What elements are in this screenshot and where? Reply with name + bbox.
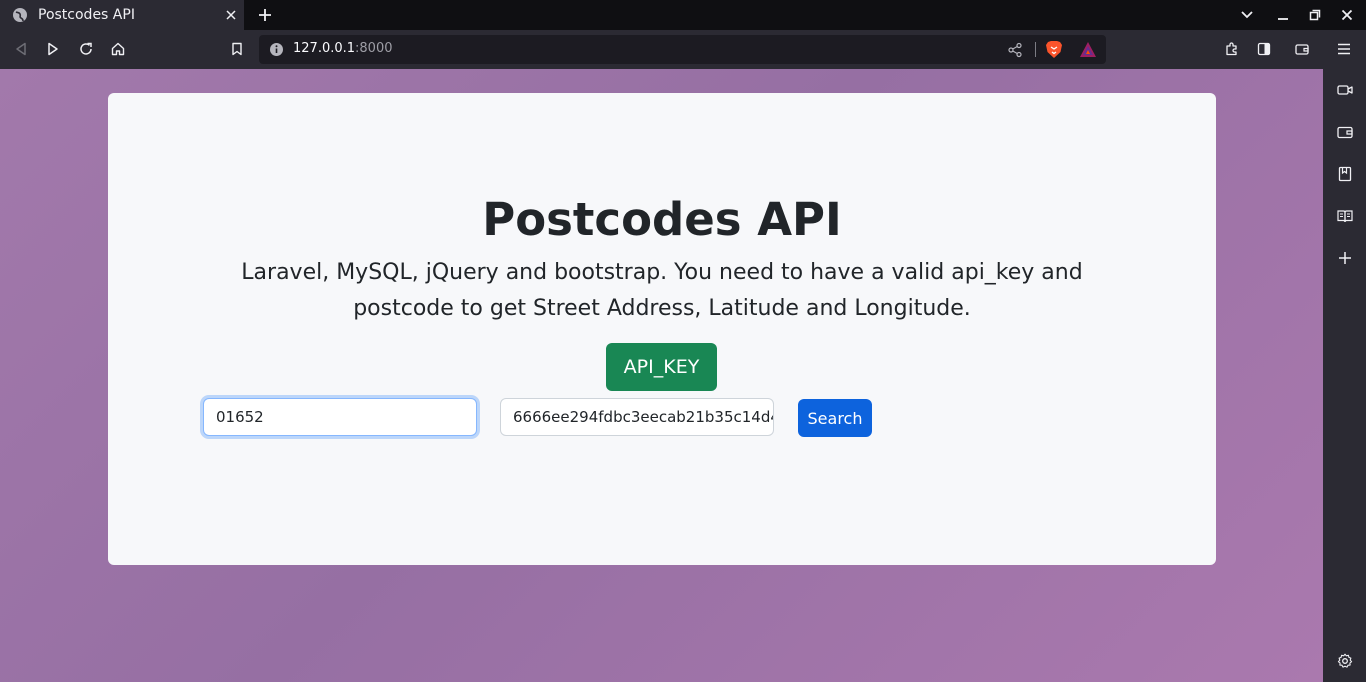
search-button[interactable]: Search: [798, 399, 872, 437]
api-key-input[interactable]: 6666ee294fdbc3eecab21b35c14d4: [500, 398, 774, 436]
page-viewport: Postcodes API Laravel, MySQL, jQuery and…: [0, 69, 1323, 682]
page-description: Laravel, MySQL, jQuery and bootstrap. Yo…: [241, 260, 1083, 321]
bookmarks-icon[interactable]: [1335, 164, 1355, 184]
browser-tab[interactable]: Postcodes API: [0, 0, 244, 30]
reload-icon[interactable]: [75, 38, 97, 60]
sidebar-wallet-icon[interactable]: [1335, 122, 1355, 142]
add-panel-icon[interactable]: [1335, 248, 1355, 268]
globe-icon: [12, 7, 28, 23]
address-bar[interactable]: 127.0.0.1:8000: [259, 35, 1106, 64]
video-call-icon[interactable]: [1335, 80, 1355, 100]
brave-shields-icon[interactable]: [1045, 40, 1063, 59]
sidebar-settings-icon[interactable]: [1335, 651, 1355, 671]
url-port: :8000: [355, 41, 393, 56]
home-icon[interactable]: [107, 38, 129, 60]
main-card: Postcodes API Laravel, MySQL, jQuery and…: [108, 93, 1216, 565]
address-bar-divider: [1035, 42, 1036, 57]
minimize-icon[interactable]: [1272, 4, 1294, 26]
close-tab-icon[interactable]: [220, 4, 242, 26]
sidebar-toggle-icon[interactable]: [1253, 38, 1275, 60]
tab-list-chevron-icon[interactable]: [1236, 4, 1258, 26]
share-icon[interactable]: [1007, 42, 1023, 58]
wallet-icon[interactable]: [1291, 38, 1313, 60]
url-host: 127.0.0.1: [293, 41, 356, 56]
browser-sidebar: [1323, 69, 1366, 682]
restore-icon[interactable]: [1304, 4, 1326, 26]
back-icon[interactable]: [10, 38, 32, 60]
tab-title: Postcodes API: [38, 7, 135, 23]
menu-icon[interactable]: [1333, 38, 1355, 60]
extensions-icon[interactable]: [1221, 38, 1243, 60]
site-info-icon[interactable]: [269, 42, 284, 57]
url-text: 127.0.0.1:8000: [293, 41, 393, 56]
api-key-button[interactable]: API_KEY: [606, 343, 717, 391]
new-tab-icon[interactable]: [254, 4, 276, 26]
tab-strip: Postcodes API: [0, 0, 1366, 30]
browser-toolbar: 127.0.0.1:8000: [0, 30, 1366, 69]
reading-list-icon[interactable]: [1335, 206, 1355, 226]
close-window-icon[interactable]: [1336, 4, 1358, 26]
brave-rewards-icon[interactable]: [1079, 41, 1097, 58]
page-title: Postcodes API: [482, 193, 842, 246]
postcode-input[interactable]: 01652: [203, 398, 477, 436]
forward-icon[interactable]: [42, 38, 64, 60]
bookmark-icon[interactable]: [226, 38, 248, 60]
